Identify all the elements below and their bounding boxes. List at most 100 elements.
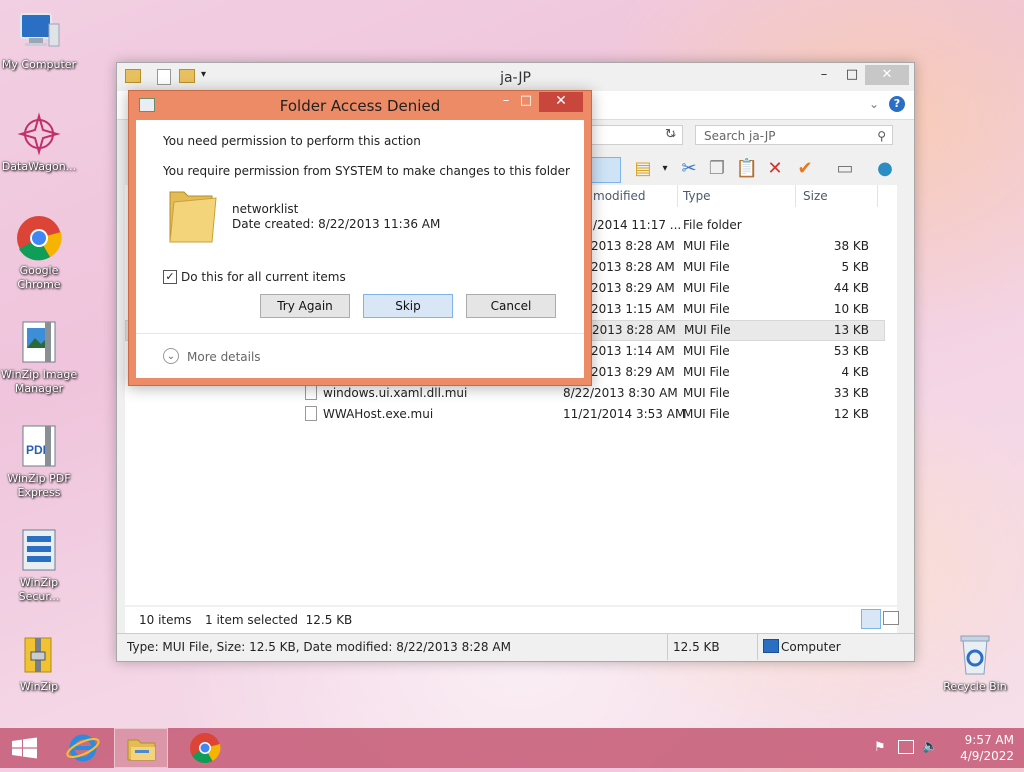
details-view-icon[interactable] <box>861 609 881 629</box>
clock[interactable]: 9:57 AM 4/9/2022 <box>944 732 1014 764</box>
desktop-icon-winzip-image[interactable]: WinZip Image Manager <box>0 318 78 396</box>
refresh-icon[interactable]: ↻ <box>665 127 676 142</box>
large-icons-view-icon[interactable] <box>883 611 899 625</box>
more-details-link[interactable]: More details <box>187 350 261 364</box>
row-size: 44 KB <box>833 281 869 295</box>
volume-muted-icon[interactable]: 🔈 <box>922 739 938 754</box>
copy-icon[interactable]: ❐ <box>705 157 729 181</box>
dialog-titlebar: Folder Access Denied – □ ✕ <box>129 91 591 119</box>
clock-date: 4/9/2022 <box>960 749 1014 763</box>
globe-icon[interactable]: ● <box>873 157 897 181</box>
rename-icon[interactable]: ▭ <box>833 157 857 181</box>
desktop-icon-chrome[interactable]: Google Chrome <box>0 214 78 292</box>
row-type: MUI File <box>683 260 730 274</box>
network-icon[interactable] <box>898 740 914 754</box>
desktop-icon-recycle-bin[interactable]: Recycle Bin <box>936 630 1014 694</box>
checkmark-icon[interactable]: ✔ <box>793 157 817 181</box>
row-type: File folder <box>683 218 742 232</box>
desktop-icon-my-computer[interactable]: My Computer <box>0 8 78 72</box>
taskbar-chrome[interactable] <box>178 728 232 768</box>
row-date: 2013 8:28 AM <box>591 260 675 274</box>
dialog-close-button[interactable]: ✕ <box>539 92 583 112</box>
preview-pane-icon[interactable] <box>591 157 621 183</box>
maximize-button[interactable]: □ <box>835 65 869 85</box>
paste-icon[interactable]: 📋 <box>735 157 759 181</box>
column-header-modified[interactable]: modified <box>593 189 646 203</box>
row-size: 10 KB <box>833 302 869 316</box>
row-type: MUI File <box>683 365 730 379</box>
pdf-icon: PDF <box>15 422 63 470</box>
details-divider <box>757 634 758 660</box>
desktop-icon-label: My Computer <box>1 58 77 71</box>
taskbar: ⚑ 🔈 9:57 AM 4/9/2022 <box>0 728 1024 768</box>
ribbon-expand-icon[interactable]: ⌄ <box>869 97 879 111</box>
close-button[interactable]: ✕ <box>865 65 909 85</box>
chevron-down-icon[interactable]: ⌄ <box>163 348 179 364</box>
open-icon[interactable]: ▤ <box>631 157 655 181</box>
toolbar: ▤ ▾ ✂ ❐ 📋 ✕ ✔ ▭ ● <box>587 155 907 185</box>
row-type: MUI File <box>683 302 730 316</box>
open-dropdown-icon[interactable]: ▾ <box>653 157 677 181</box>
cancel-button[interactable]: Cancel <box>466 294 556 318</box>
row-size: 4 KB <box>841 365 869 379</box>
computer-icon <box>763 639 779 653</box>
search-input[interactable]: Search ja-JP ⚲ <box>695 125 893 145</box>
row-size: 38 KB <box>833 239 869 253</box>
column-header-type[interactable]: Type <box>683 189 711 203</box>
row-size: 12 KB <box>833 407 869 421</box>
try-again-button[interactable]: Try Again <box>260 294 350 318</box>
column-divider <box>795 185 796 207</box>
desktop-icon-winzip[interactable]: WinZip <box>0 630 78 694</box>
skip-button[interactable]: Skip <box>363 294 453 318</box>
delete-icon[interactable]: ✕ <box>763 157 787 181</box>
details-location: Computer <box>781 640 841 654</box>
do-for-all-label[interactable]: Do this for all current items <box>181 270 346 284</box>
row-date: 2013 8:28 AM <box>591 239 675 253</box>
start-button[interactable] <box>0 728 54 768</box>
action-center-flag-icon[interactable]: ⚑ <box>874 740 886 755</box>
desktop-icon-datawagon[interactable]: DataWagon... <box>0 110 78 174</box>
status-bar: 10 items 1 item selected 12.5 KB <box>125 607 899 633</box>
do-for-all-checkbox[interactable]: ✓ <box>163 270 177 284</box>
chrome-icon <box>190 733 221 764</box>
winzip-icon <box>15 630 63 678</box>
row-type: MUI File <box>683 281 730 295</box>
chrome-icon <box>15 214 63 262</box>
row-name: WWAHost.exe.mui <box>323 407 434 421</box>
row-size: 33 KB <box>833 386 869 400</box>
desktop-icon-label: Recycle Bin <box>943 680 1007 693</box>
search-placeholder: Search ja-JP <box>704 129 776 143</box>
row-date: 8/22/2013 8:30 AM <box>563 386 678 400</box>
row-type: MUI File <box>683 344 730 358</box>
taskbar-file-explorer[interactable] <box>114 728 168 768</box>
dialog-message: You require permission from SYSTEM to ma… <box>163 164 570 178</box>
row-type: MUI File <box>683 407 730 421</box>
row-date: 2013 8:28 AM <box>592 323 676 337</box>
row-date: /2014 11:17 ... <box>593 218 682 232</box>
column-divider <box>877 185 878 207</box>
computer-icon <box>15 8 63 56</box>
desktop-icon-label: WinZip Image Manager <box>0 368 78 395</box>
status-selection: 1 item selected 12.5 KB <box>205 613 353 627</box>
table-row[interactable]: windows.ui.xaml.dll.mui 8/22/2013 8:30 A… <box>125 383 885 404</box>
details-divider <box>667 634 668 660</box>
desktop-icon-winzip-pdf[interactable]: PDF WinZip PDF Express <box>0 422 78 500</box>
column-header-size[interactable]: Size <box>803 189 828 203</box>
search-icon: ⚲ <box>877 129 886 143</box>
file-icon <box>305 406 317 421</box>
help-icon[interactable]: ? <box>889 96 905 112</box>
row-date: 2013 8:29 AM <box>591 281 675 295</box>
desktop-icon-label: WinZip PDF Express <box>7 472 71 499</box>
row-date: 2013 1:15 AM <box>591 302 675 316</box>
folder-date-created: Date created: 8/22/2013 11:36 AM <box>232 217 441 231</box>
row-date: 2013 8:29 AM <box>591 365 675 379</box>
dialog-maximize-button[interactable]: □ <box>513 92 539 112</box>
table-row[interactable]: WWAHost.exe.mui 11/21/2014 3:53 AM MUI F… <box>125 404 885 425</box>
desktop-icon-label: WinZip <box>19 680 59 693</box>
taskbar-internet-explorer[interactable] <box>56 728 110 768</box>
desktop-icon-winzip-secure[interactable]: WinZip Secur... <box>0 526 78 604</box>
cut-icon[interactable]: ✂ <box>677 157 701 181</box>
status-item-count: 10 items <box>139 613 192 627</box>
winzip-secure-icon <box>15 526 63 574</box>
row-size: 13 KB <box>833 323 869 337</box>
